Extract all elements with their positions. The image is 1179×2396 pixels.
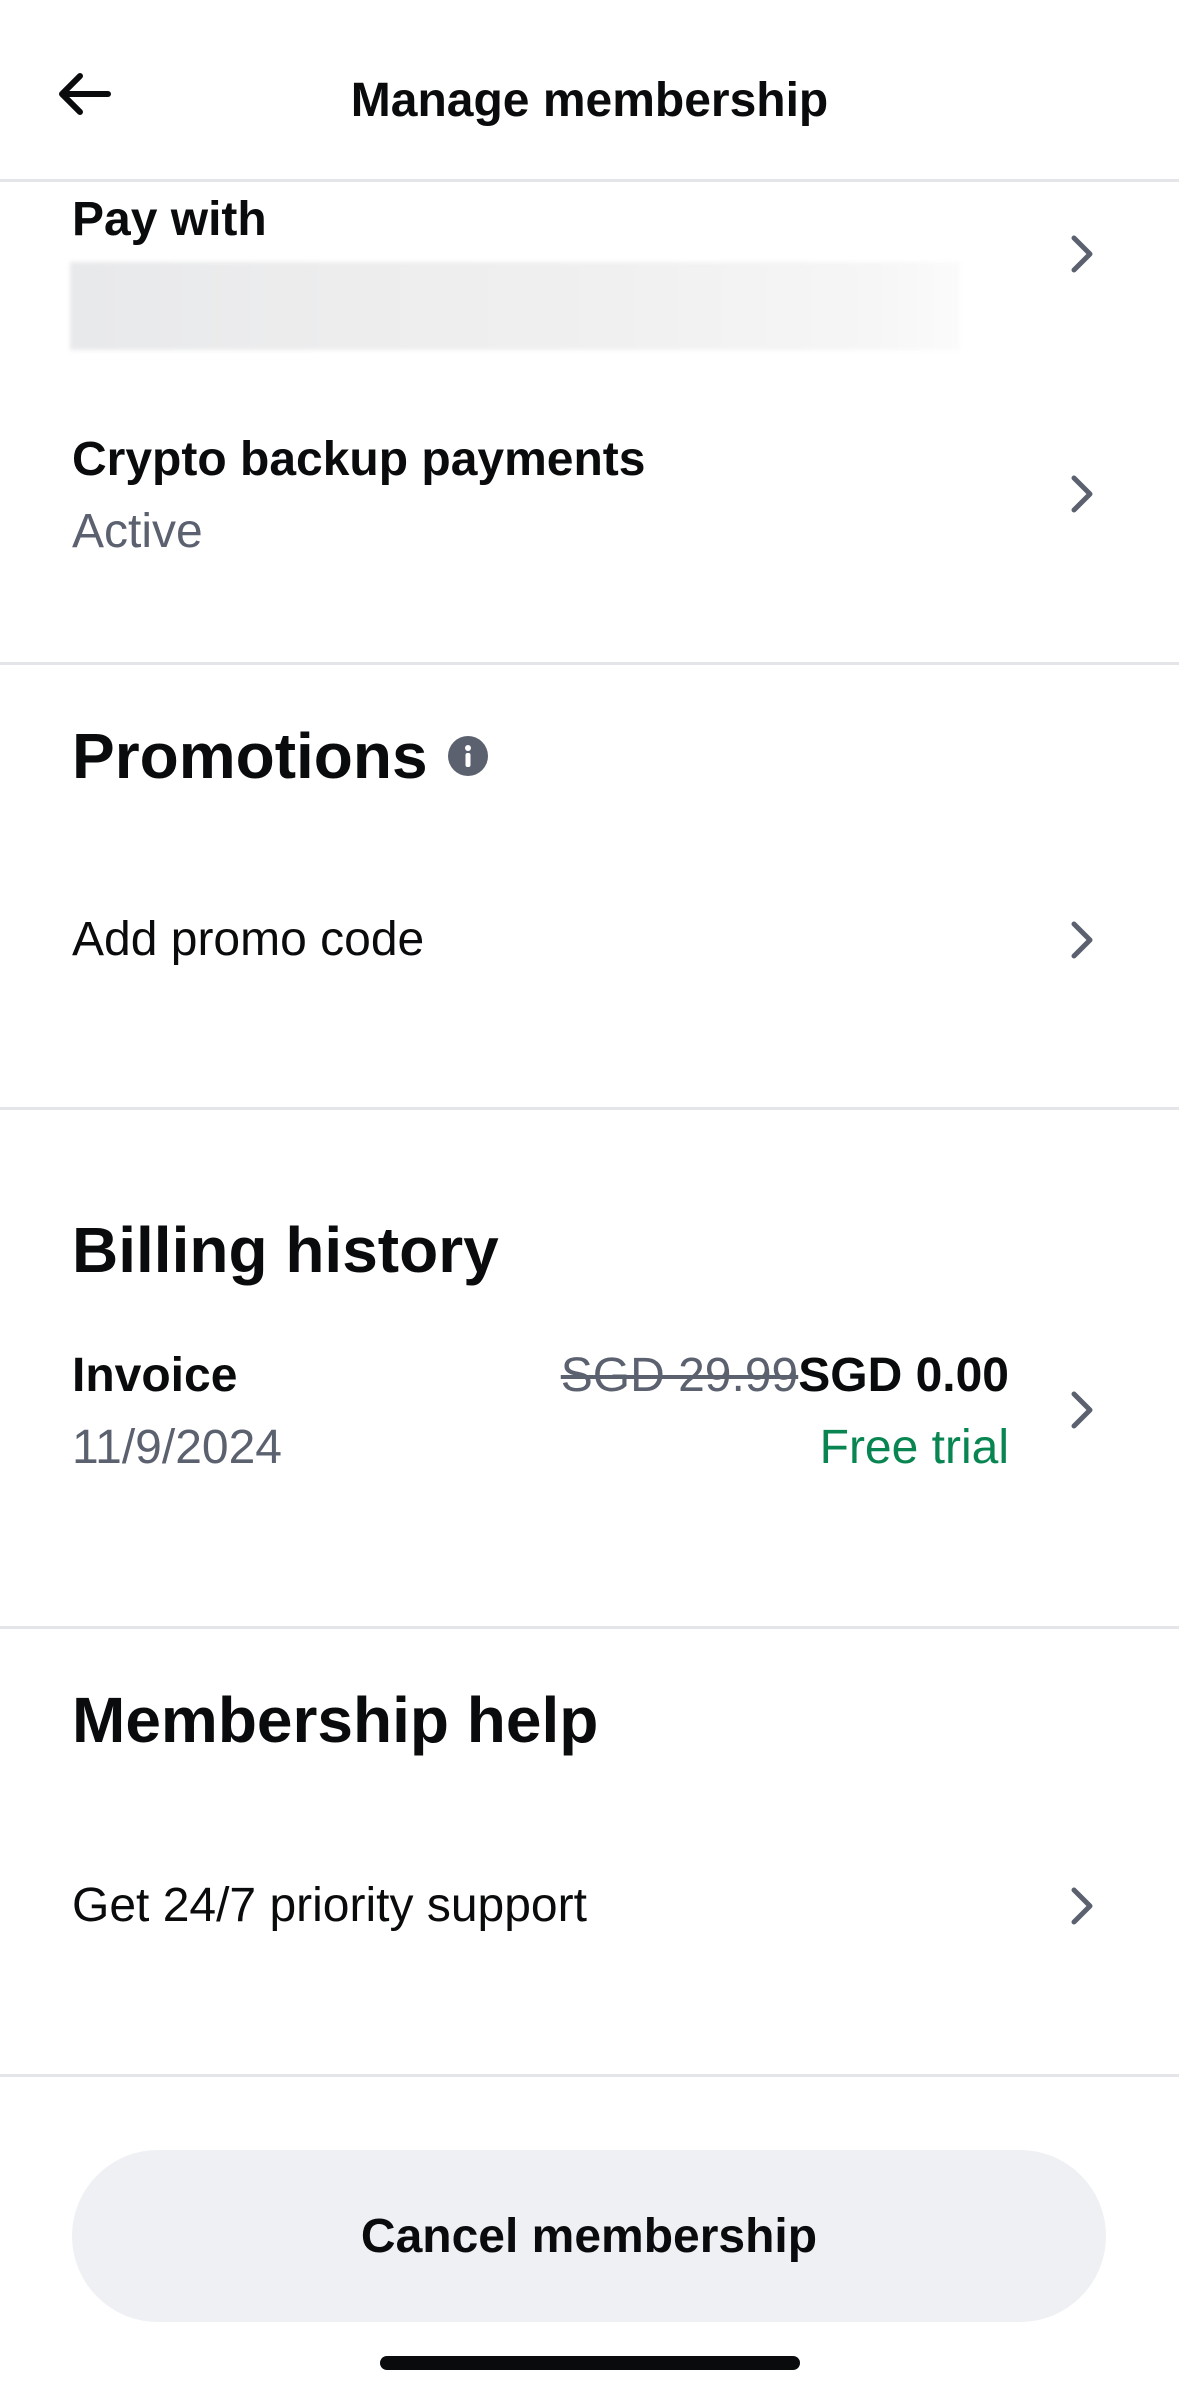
cancel-membership-button[interactable]: Cancel membership — [72, 2150, 1106, 2322]
pay-with-label: Pay with — [72, 193, 267, 246]
payment-method-redacted — [70, 262, 960, 350]
priority-support-label: Get 24/7 priority support — [72, 1879, 587, 1932]
invoice-price-group: SGD 29.99SGD 0.00 — [561, 1346, 1009, 1406]
divider — [0, 1107, 1179, 1110]
invoice-original-price: SGD 29.99 — [560, 1349, 799, 1402]
invoice-label: Invoice — [72, 1349, 238, 1402]
chevron-right-icon — [1060, 232, 1104, 276]
billing-history-title: Billing history — [72, 1214, 499, 1286]
invoice-note: Free trial — [819, 1421, 1009, 1474]
crypto-backup-status: Active — [72, 505, 203, 558]
divider — [0, 662, 1179, 665]
divider — [0, 1626, 1179, 1629]
divider — [0, 2074, 1179, 2077]
page-title: Manage membership — [350, 74, 829, 127]
promotions-title: Promotions — [72, 720, 428, 792]
chevron-right-icon — [1060, 918, 1104, 962]
add-promo-label: Add promo code — [72, 913, 425, 966]
chevron-right-icon — [1060, 1884, 1104, 1928]
chevron-right-icon — [1060, 472, 1104, 516]
invoice-price: SGD 0.00 — [798, 1349, 1009, 1402]
info-icon[interactable] — [448, 736, 488, 776]
chevron-right-icon — [1060, 1388, 1104, 1432]
invoice-date: 11/9/2024 — [72, 1421, 282, 1474]
membership-help-title: Membership help — [72, 1684, 599, 1756]
home-indicator — [380, 2356, 800, 2370]
crypto-backup-label: Crypto backup payments — [72, 433, 646, 486]
